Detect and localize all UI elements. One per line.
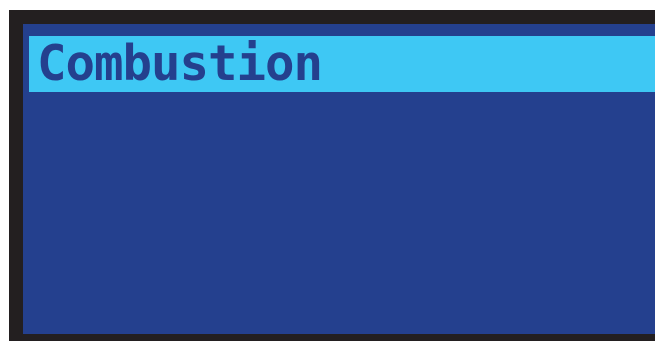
- selected-menu-item-label: Combustion: [37, 35, 323, 92]
